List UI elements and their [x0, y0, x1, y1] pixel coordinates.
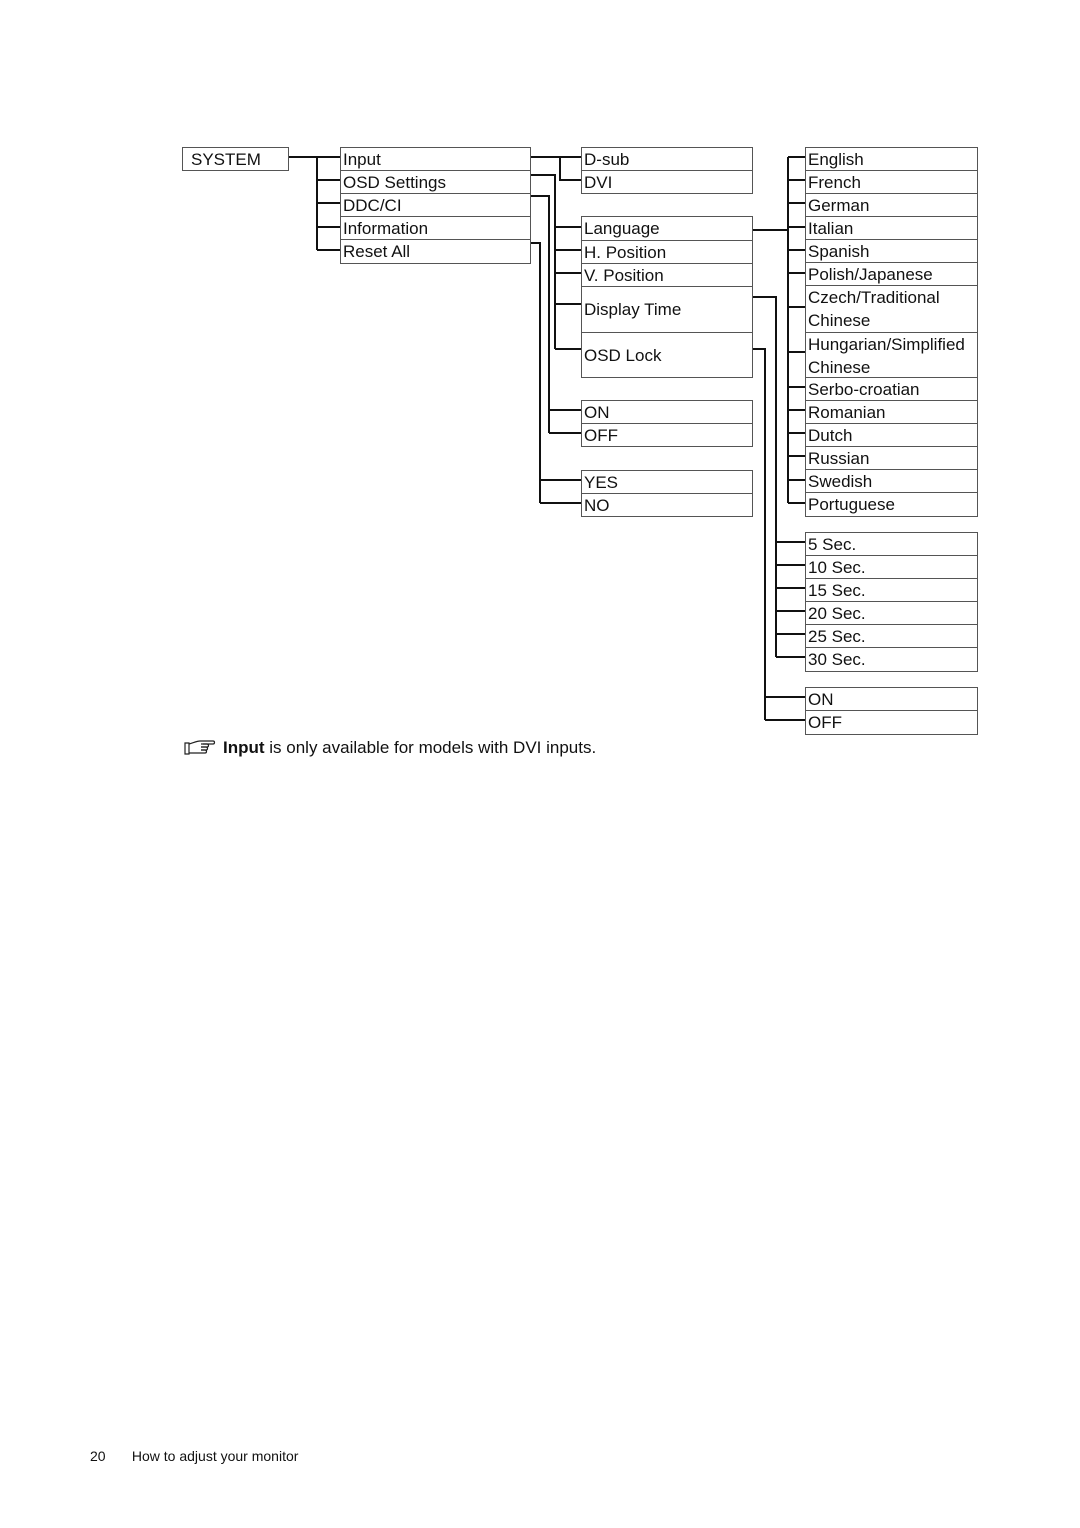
- menu-item-ddcci[interactable]: DDC/CI: [341, 194, 530, 217]
- language-english[interactable]: English: [806, 148, 977, 171]
- language-french[interactable]: French: [806, 171, 977, 194]
- connector-input: [531, 156, 582, 181]
- ddcci-options-box: ON OFF: [581, 400, 753, 447]
- reset-option-yes[interactable]: YES: [582, 471, 752, 494]
- language-italian[interactable]: Italian: [806, 217, 977, 240]
- language-hungarian-simplified-chinese[interactable]: Hungarian/Simplified Chinese: [806, 333, 977, 378]
- languages-box: English French German Italian Spanish Po…: [805, 147, 978, 517]
- language-hungarian-line1: Hungarian/Simplified: [808, 335, 965, 354]
- osd-item-display-time[interactable]: Display Time: [582, 287, 752, 333]
- connector-ddcci: [531, 195, 582, 434]
- reset-option-no[interactable]: NO: [582, 494, 752, 517]
- language-romanian[interactable]: Romanian: [806, 401, 977, 424]
- system-menu-box: Input OSD Settings DDC/CI Information Re…: [340, 147, 531, 264]
- language-czech-line2: Chinese: [808, 311, 871, 330]
- option-dsub[interactable]: D-sub: [582, 148, 752, 171]
- language-portuguese[interactable]: Portuguese: [806, 493, 977, 516]
- menu-item-osd-settings[interactable]: OSD Settings: [341, 171, 530, 194]
- note-rest: is only available for models with DVI in…: [264, 738, 597, 757]
- display-time-10[interactable]: 10 Sec.: [806, 556, 977, 579]
- language-russian[interactable]: Russian: [806, 447, 977, 470]
- language-serbo-croatian[interactable]: Serbo-croatian: [806, 378, 977, 401]
- language-czech-line1: Czech/Traditional: [808, 288, 940, 307]
- language-spanish[interactable]: Spanish: [806, 240, 977, 263]
- page-footer: 20 How to adjust your monitor: [90, 1448, 298, 1464]
- menu-item-reset-all[interactable]: Reset All: [341, 240, 530, 263]
- input-options-box: D-sub DVI: [581, 147, 753, 194]
- display-time-30[interactable]: 30 Sec.: [806, 648, 977, 671]
- osd-settings-box: Language H. Position V. Position Display…: [581, 216, 753, 378]
- section-title: How to adjust your monitor: [131, 1448, 299, 1464]
- osd-item-osd-lock[interactable]: OSD Lock: [582, 333, 752, 378]
- manual-page: SYSTEM Input OSD Settings DDC/CI Informa…: [0, 0, 1080, 1528]
- display-time-box: 5 Sec. 10 Sec. 15 Sec. 20 Sec. 25 Sec. 3…: [805, 532, 978, 672]
- reset-options-box: YES NO: [581, 470, 753, 517]
- osd-lock-option-off[interactable]: OFF: [806, 711, 977, 734]
- display-time-5[interactable]: 5 Sec.: [806, 533, 977, 556]
- display-time-15[interactable]: 15 Sec.: [806, 579, 977, 602]
- language-czech-traditional-chinese[interactable]: Czech/Traditional Chinese: [806, 286, 977, 333]
- connector-language: [753, 156, 806, 504]
- page-number: 20: [90, 1448, 106, 1464]
- ddcci-option-off[interactable]: OFF: [582, 424, 752, 447]
- note-bold: Input: [223, 738, 265, 757]
- osd-item-v-position[interactable]: V. Position: [582, 264, 752, 287]
- language-hungarian-line2: Chinese: [808, 358, 871, 377]
- osd-lock-option-on[interactable]: ON: [806, 688, 977, 711]
- connector-osd-lock: [753, 348, 806, 721]
- language-polish-japanese[interactable]: Polish/Japanese: [806, 263, 977, 286]
- osd-lock-options-box: ON OFF: [805, 687, 978, 735]
- display-time-20[interactable]: 20 Sec.: [806, 602, 977, 625]
- osd-item-h-position[interactable]: H. Position: [582, 241, 752, 264]
- note-text: Input is only available for models with …: [223, 738, 596, 758]
- language-swedish[interactable]: Swedish: [806, 470, 977, 493]
- connector-reset: [531, 242, 582, 504]
- system-label: SYSTEM: [191, 150, 261, 169]
- menu-item-information[interactable]: Information: [341, 217, 530, 240]
- system-root-box[interactable]: SYSTEM: [182, 147, 289, 171]
- osd-item-language[interactable]: Language: [582, 217, 752, 241]
- menu-item-input[interactable]: Input: [341, 148, 530, 171]
- language-dutch[interactable]: Dutch: [806, 424, 977, 447]
- pointing-hand-icon: [184, 740, 216, 755]
- connector-osd: [531, 174, 582, 350]
- connector-system: [289, 156, 341, 251]
- note: Input is only available for models with …: [183, 738, 596, 758]
- language-german[interactable]: German: [806, 194, 977, 217]
- display-time-25[interactable]: 25 Sec.: [806, 625, 977, 648]
- ddcci-option-on[interactable]: ON: [582, 401, 752, 424]
- option-dvi[interactable]: DVI: [582, 171, 752, 194]
